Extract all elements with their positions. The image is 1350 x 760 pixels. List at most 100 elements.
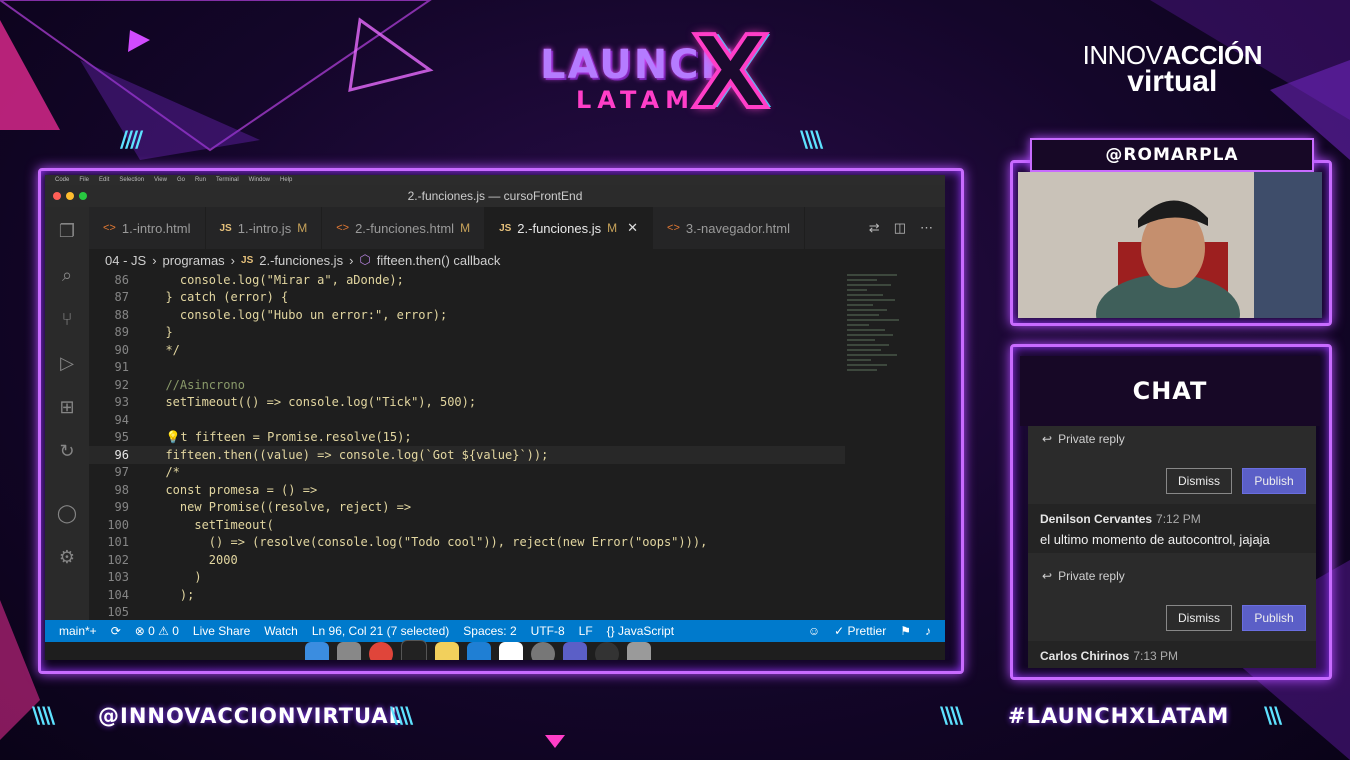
menu-item[interactable]: Help [280,177,292,183]
notes-icon[interactable] [435,642,459,660]
webcam-handle-label: @ROMARPLA [1030,138,1314,172]
menu-item[interactable]: Run [195,177,206,183]
menu-item[interactable]: Selection [119,177,144,183]
watch-status[interactable]: Watch [264,624,298,638]
tab-1-intro-js[interactable]: JS 1.-intro.js M [206,207,323,249]
tab-2-funciones-html[interactable]: <> 2.-funciones.html M [322,207,486,249]
minimap[interactable] [847,271,907,511]
menu-item[interactable]: Edit [99,177,109,183]
eol-status[interactable]: LF [579,624,593,638]
split-editor-icon[interactable]: ◫ [894,220,906,236]
private-reply-link[interactable]: ↩ Private reply [1028,426,1316,450]
js-file-icon: JS [499,222,512,234]
menu-item[interactable]: Code [55,177,69,183]
code-line: 100 setTimeout( [107,517,274,532]
explorer-icon[interactable]: ❐ [56,221,78,243]
breadcrumb-item[interactable]: 04 - JS [105,253,146,268]
dismiss-button[interactable]: Dismiss [1166,605,1232,631]
stripes-decoration: \\\ [1264,704,1282,729]
search-icon[interactable]: ⌕ [56,265,78,287]
event-hashtag: #LAUNCHXLATAM [1008,704,1230,728]
private-reply-link[interactable]: ↩ Private reply [1028,563,1316,587]
settings-gear-icon[interactable]: ⚙ [56,547,78,569]
indentation-status[interactable]: Spaces: 2 [463,624,516,638]
code-line: 91 [114,360,129,375]
launchpad-icon[interactable] [337,642,361,660]
language-mode-status[interactable]: {} JavaScript [607,624,674,638]
cursor-position-status[interactable]: Ln 96, Col 21 (7 selected) [312,624,449,638]
terminal-icon[interactable] [401,640,427,660]
obs-icon[interactable] [595,642,619,660]
message-time: 7:12 PM [1156,512,1201,526]
menu-item[interactable]: Go [177,177,185,183]
stripes-decoration: \\\\ [800,128,823,153]
account-icon[interactable]: ◯ [56,503,78,525]
system-preferences-icon[interactable] [531,642,555,660]
prettier-status[interactable]: ✓ Prettier [834,624,886,638]
code-line: 95 💡t fifteen = Promise.resolve(15); [114,430,412,445]
publish-button[interactable]: Publish [1242,605,1306,631]
tab-3-navegador-html[interactable]: <> 3.-navegador.html [653,207,805,249]
code-line: 97 /* [114,465,180,480]
message-author: Denilson Cervantes 7:12 PM [1040,512,1201,526]
reply-arrow-icon: ↩ [1042,569,1053,583]
encoding-status[interactable]: UTF-8 [531,624,565,638]
chrome-icon[interactable] [369,642,393,660]
code-line: 93 setTimeout(() => console.log("Tick"),… [114,395,477,410]
message-time: 7:13 PM [1133,649,1179,663]
finder-icon[interactable] [305,642,329,660]
extensions-icon[interactable]: ⊞ [56,397,78,419]
logo-latam-text: LATAM [576,86,695,114]
minimize-window-button[interactable] [66,192,74,200]
tab-1-intro-html[interactable]: <> 1.-intro.html [89,207,206,249]
menu-item[interactable]: Window [249,177,270,183]
more-actions-icon[interactable]: ⋯ [920,220,933,236]
window-title: 2.-funciones.js — cursoFrontEnd [407,189,583,203]
html-file-icon: <> [336,222,350,234]
code-line-current: 96 fifteen.then((value) => console.log(`… [89,446,845,464]
social-handle: @INNOVACCIONVIRTUAL [98,704,404,728]
sync-icon[interactable]: ⟳ [111,624,121,638]
breadcrumb-item[interactable]: 2.-funciones.js [259,253,343,268]
innovaccion-virtual-logo: INNOVACCIÓN virtual [1083,40,1263,99]
close-tab-icon[interactable]: ✕ [627,220,638,236]
vscode-window: Code File Edit Selection View Go Run Ter… [45,175,945,660]
code-line: 92 //Asincrono [114,377,245,392]
menu-item[interactable]: Terminal [216,177,239,183]
feedback-icon[interactable]: ⚑ [900,624,911,638]
run-debug-icon[interactable]: ▷ [56,353,78,375]
live-share-icon[interactable]: ↻ [56,441,78,463]
live-share-status[interactable]: Live Share [193,624,250,638]
dismiss-button[interactable]: Dismiss [1166,468,1232,494]
git-branch-status[interactable]: main*+ [59,624,97,638]
trash-icon[interactable] [627,642,651,660]
breadcrumb-item[interactable]: programas [163,253,225,268]
mac-menubar: Code File Edit Selection View Go Run Ter… [45,175,945,185]
code-line: 94 [114,412,129,427]
tab-2-funciones-js[interactable]: JS 2.-funciones.js M ✕ [485,207,654,249]
code-line: 87 } catch (error) { [114,290,289,305]
message-actions: Dismiss Publish [1028,587,1316,641]
code-editor[interactable]: 86 console.log("Mirar a", aDonde); 87 } … [89,271,845,630]
code-line: 105 [107,605,129,620]
menu-item[interactable]: View [154,177,167,183]
copilot-icon[interactable]: ☺ [808,624,820,638]
source-control-icon[interactable]: ⑂ [56,309,78,331]
html-file-icon: <> [667,222,680,234]
problems-status[interactable]: ⊗ 0 ⚠ 0 [135,624,179,638]
vscode-icon[interactable] [467,642,491,660]
slack-icon[interactable] [499,642,523,660]
code-line: 88 console.log("Hubo un error:", error); [114,307,448,322]
js-file-icon: JS [241,254,254,266]
close-window-button[interactable] [53,192,61,200]
chat-panel: ↩ Private reply Dismiss Publish Denilson … [1028,426,1316,668]
teams-icon[interactable] [563,642,587,660]
menu-item[interactable]: File [79,177,89,183]
breadcrumb: 04 - JS › programas › JS 2.-funciones.js… [105,249,500,271]
publish-button[interactable]: Publish [1242,468,1306,494]
logo-x-mark: X [690,12,771,133]
compare-changes-icon[interactable]: ⇄ [869,220,880,236]
notifications-bell-icon[interactable]: ♪ [925,624,931,638]
zoom-window-button[interactable] [79,192,87,200]
breadcrumb-item[interactable]: fifteen.then() callback [377,253,501,268]
